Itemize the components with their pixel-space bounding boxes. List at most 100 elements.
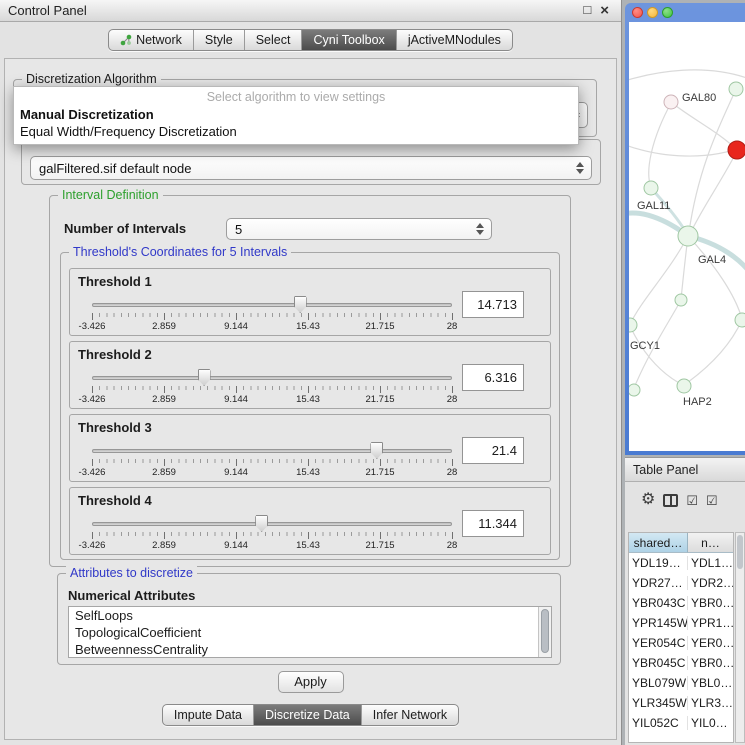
slider-major-tick xyxy=(308,313,309,320)
tab-style[interactable]: Style xyxy=(193,30,244,50)
threshold-slider-2[interactable]: -3.4262.8599.14415.4321.71528 xyxy=(92,368,452,408)
slider-thumb[interactable] xyxy=(294,296,307,313)
scrollbar-thumb[interactable] xyxy=(541,609,549,653)
table-cell: YLR3… xyxy=(688,696,733,710)
node-attribute-table[interactable]: shared… n… YDL19…YDL1…YDR27…YDR2…YBR043C… xyxy=(628,532,734,743)
table-header-row: shared… n… xyxy=(629,533,733,553)
network-node[interactable] xyxy=(677,379,691,393)
table-row[interactable]: YBR045CYBR0… xyxy=(629,653,733,673)
threshold-slider-4[interactable]: -3.4262.8599.14415.4321.71528 xyxy=(92,514,452,554)
network-window-titlebar[interactable] xyxy=(625,3,745,22)
network-node-selected[interactable] xyxy=(728,141,745,159)
clear-selection-checkbox-icon[interactable]: ☑ xyxy=(706,494,718,507)
slider-tick-label: 2.859 xyxy=(152,540,176,551)
threshold-slider-1[interactable]: -3.4262.8599.14415.4321.71528 xyxy=(92,295,452,335)
thresholds-coordinates-group: Threshold's Coordinates for 5 Intervals … xyxy=(60,252,560,560)
slider-tick-label: -3.426 xyxy=(79,394,106,405)
threshold-value-field[interactable]: 6.316 xyxy=(462,364,524,391)
numerical-attributes-list[interactable]: SelfLoopsTopologicalCoefficientBetweenne… xyxy=(68,606,552,658)
slider-thumb[interactable] xyxy=(198,369,211,386)
table-row[interactable]: YLR345WYLR3… xyxy=(629,693,733,713)
table-row[interactable]: YPR145WYPR1… xyxy=(629,613,733,633)
list-scrollbar[interactable] xyxy=(538,607,551,657)
minimize-traffic-light-icon[interactable] xyxy=(647,7,658,18)
zoom-traffic-light-icon[interactable] xyxy=(662,7,673,18)
scrollbar-thumb[interactable] xyxy=(737,535,743,569)
columns-icon[interactable] xyxy=(663,494,678,507)
gear-icon[interactable]: ⚙ xyxy=(641,492,655,508)
close-traffic-light-icon[interactable] xyxy=(632,7,643,18)
table-row[interactable]: YDL19…YDL1… xyxy=(629,553,733,573)
slider-thumb[interactable] xyxy=(370,442,383,459)
tab-infer-network[interactable]: Infer Network xyxy=(361,705,458,725)
table-row[interactable]: YIL052CYIL0… xyxy=(629,713,733,733)
threshold-value-field[interactable]: 21.4 xyxy=(462,437,524,464)
table-scrollbar[interactable] xyxy=(735,532,745,743)
number-of-intervals-combobox[interactable]: 5 xyxy=(226,218,492,240)
tab-impute-data[interactable]: Impute Data xyxy=(163,705,253,725)
close-icon[interactable]: × xyxy=(600,3,609,18)
table-row[interactable]: YDR27…YDR2… xyxy=(629,573,733,593)
table-panel-titlebar[interactable]: Table Panel xyxy=(625,458,745,482)
combo-arrows-icon xyxy=(476,223,484,235)
network-node[interactable] xyxy=(729,82,743,96)
slider-tick-label: 9.144 xyxy=(224,394,248,405)
slider-major-tick xyxy=(92,532,93,539)
apply-button[interactable]: Apply xyxy=(278,671,344,693)
network-node[interactable] xyxy=(629,318,637,332)
column-header-shared[interactable]: shared… xyxy=(629,533,688,553)
tab-discretize-data[interactable]: Discretize Data xyxy=(253,705,361,725)
attribute-list-item[interactable]: TopologicalCoefficient xyxy=(69,624,551,641)
network-node[interactable] xyxy=(644,181,658,195)
slider-track[interactable] xyxy=(92,303,452,307)
slider-tick-label: 28 xyxy=(447,321,458,332)
menu-item-manual-discretization[interactable]: Manual Discretization xyxy=(14,106,578,123)
menu-item-equal-width-frequency[interactable]: Equal Width/Frequency Discretization xyxy=(14,123,578,140)
tab-select[interactable]: Select xyxy=(244,30,302,50)
table-row[interactable]: YBR043CYBR0… xyxy=(629,593,733,613)
network-graph: GAL80 GAL11 GAL4 GCY1 HAP2 xyxy=(629,22,745,451)
table-row[interactable]: YER054CYER0… xyxy=(629,633,733,653)
slider-minor-ticks xyxy=(92,386,452,390)
slider-tick-label: 28 xyxy=(447,394,458,405)
network-edge xyxy=(630,326,683,385)
threshold-slider-3[interactable]: -3.4262.8599.14415.4321.71528 xyxy=(92,441,452,481)
attribute-list-item[interactable]: SelfLoops xyxy=(69,607,551,624)
float-window-icon[interactable]: □ xyxy=(583,3,591,18)
slider-tick-label: 15.43 xyxy=(296,321,320,332)
network-node[interactable] xyxy=(675,294,687,306)
slider-minor-ticks xyxy=(92,459,452,463)
network-canvas[interactable]: GAL80 GAL11 GAL4 GCY1 HAP2 xyxy=(629,22,745,451)
slider-tick-label: 9.144 xyxy=(224,540,248,551)
network-node[interactable] xyxy=(735,313,745,327)
network-node[interactable] xyxy=(629,384,640,396)
slider-major-tick xyxy=(92,459,93,466)
table-row[interactable]: YBL079WYBL0… xyxy=(629,673,733,693)
network-node[interactable] xyxy=(678,226,698,246)
column-header-name[interactable]: n… xyxy=(688,533,733,553)
slider-track[interactable] xyxy=(92,376,452,380)
algorithm-dropdown-menu: Select algorithm to view settings Manual… xyxy=(13,86,579,145)
threshold-value-field[interactable]: 14.713 xyxy=(462,291,524,318)
control-panel-tabbar: NetworkStyleSelectCyni ToolboxjActiveMNo… xyxy=(0,22,621,58)
control-panel-titlebar[interactable]: Control Panel □ × xyxy=(0,0,621,22)
threshold-label: Threshold 4 xyxy=(78,493,152,508)
tab-network[interactable]: Network xyxy=(109,30,193,50)
threshold-value-field[interactable]: 11.344 xyxy=(462,510,524,537)
slider-track[interactable] xyxy=(92,449,452,453)
slider-tick-label: 2.859 xyxy=(152,467,176,478)
node-label: HAP2 xyxy=(683,396,712,408)
table-cell: YDR2… xyxy=(688,576,733,590)
table-data-combobox[interactable]: galFiltered.sif default node xyxy=(30,156,592,180)
dropdown-placeholder: Select algorithm to view settings xyxy=(14,87,578,106)
network-node[interactable] xyxy=(664,95,678,109)
slider-major-tick xyxy=(92,386,93,393)
slider-thumb[interactable] xyxy=(255,515,268,532)
tab-jactivemnodules[interactable]: jActiveMNodules xyxy=(396,30,512,50)
table-panel-title: Table Panel xyxy=(633,463,698,477)
select-all-checkbox-icon[interactable]: ☑ xyxy=(686,494,698,507)
tab-cyni-toolbox[interactable]: Cyni Toolbox xyxy=(301,30,395,50)
slider-track[interactable] xyxy=(92,522,452,526)
slider-major-tick xyxy=(236,313,237,320)
attribute-list-item[interactable]: BetweennessCentrality xyxy=(69,641,551,658)
